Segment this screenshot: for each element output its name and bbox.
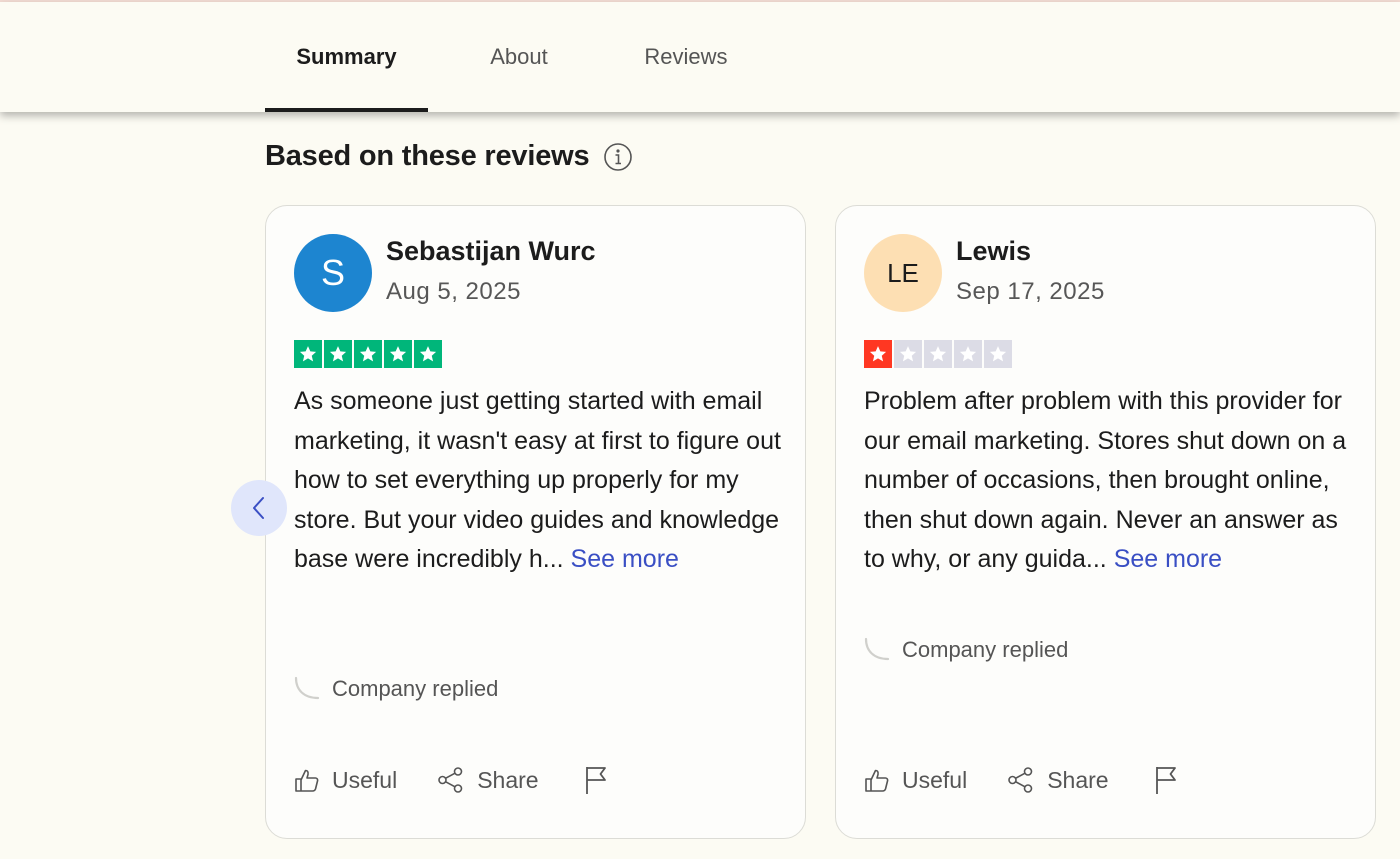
useful-button[interactable]: Useful — [294, 767, 397, 794]
thumbs-up-icon — [295, 769, 319, 792]
reply-curve-icon — [294, 676, 320, 700]
star-rating — [294, 340, 442, 368]
star-icon — [984, 340, 1012, 368]
useful-label: Useful — [902, 766, 968, 793]
review-body: Problem after problem with this provider… — [864, 387, 1347, 573]
star-icon — [354, 340, 382, 368]
useful-label: Useful — [332, 766, 398, 793]
tab-bar: Summary About Reviews — [0, 2, 1400, 112]
star-rating — [864, 340, 1012, 368]
star-icon — [294, 340, 322, 368]
avatar: S — [294, 234, 372, 312]
flag-icon — [1155, 767, 1176, 794]
thumbs-up-icon — [865, 769, 889, 792]
company-replied[interactable]: Company replied — [294, 676, 498, 702]
review-text: As someone just getting started with ema… — [294, 382, 784, 580]
review-body: As someone just getting started with ema… — [294, 387, 781, 573]
star-icon — [924, 340, 952, 368]
star-icon — [414, 340, 442, 368]
report-button[interactable] — [1153, 764, 1181, 796]
review-text: Problem after problem with this provider… — [864, 382, 1364, 580]
review-card: LE Lewis Sep 17, 2025 Problem after prob… — [835, 205, 1376, 839]
tab-summary[interactable]: Summary — [265, 2, 428, 112]
carousel-prev-button[interactable] — [231, 480, 287, 536]
review-actions: Useful Share — [864, 764, 1181, 796]
company-replied-label: Company replied — [902, 637, 1069, 662]
review-date: Aug 5, 2025 — [386, 278, 521, 305]
share-label: Share — [1047, 766, 1109, 793]
reviewer-name[interactable]: Sebastijan Wurc — [386, 236, 596, 267]
review-card: S Sebastijan Wurc Aug 5, 2025 As someone… — [265, 205, 806, 839]
review-actions: Useful Share — [294, 764, 611, 796]
avatar-initials: S — [320, 252, 345, 293]
company-replied-label: Company replied — [332, 676, 499, 701]
review-date: Sep 17, 2025 — [956, 278, 1105, 305]
share-button[interactable]: Share — [437, 766, 539, 794]
star-icon — [384, 340, 412, 368]
share-icon — [438, 767, 463, 793]
see-more-link[interactable]: See more — [1114, 545, 1222, 573]
section-header: Based on these reviews — [265, 140, 633, 173]
star-icon — [864, 340, 892, 368]
star-icon — [954, 340, 982, 368]
avatar-initials: LE — [887, 257, 919, 288]
star-icon — [324, 340, 352, 368]
star-icon — [894, 340, 922, 368]
useful-button[interactable]: Useful — [864, 767, 967, 794]
share-label: Share — [477, 766, 539, 793]
avatar: LE — [864, 234, 942, 312]
reply-curve-icon — [864, 637, 890, 661]
flag-icon — [585, 767, 606, 794]
report-button[interactable] — [583, 764, 611, 796]
see-more-link[interactable]: See more — [571, 545, 679, 573]
share-button[interactable]: Share — [1007, 766, 1109, 794]
share-icon — [1008, 767, 1033, 793]
chevron-left-icon — [253, 497, 264, 519]
reviewer-name[interactable]: Lewis — [956, 236, 1031, 267]
section-title: Based on these reviews — [265, 140, 590, 172]
tab-about[interactable]: About — [470, 2, 568, 112]
tab-reviews[interactable]: Reviews — [626, 2, 746, 112]
info-icon[interactable] — [603, 142, 633, 172]
company-replied[interactable]: Company replied — [864, 637, 1068, 663]
